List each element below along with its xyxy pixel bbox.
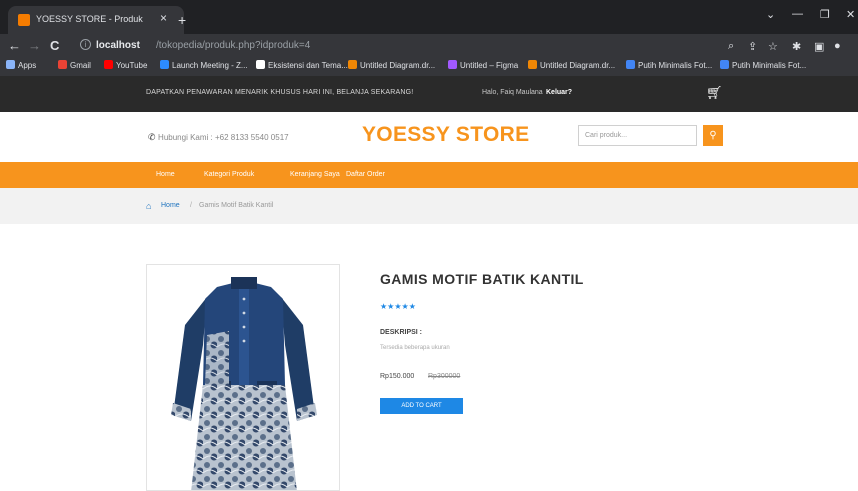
product-old-price: Rp300000 [428, 373, 461, 380]
figma-icon [448, 60, 457, 69]
bookmark-youtube[interactable]: YouTube [104, 60, 147, 70]
contact-phone: ✆ Hubungi Kami : +62 8133 5540 0517 [148, 132, 289, 143]
apps-grid-icon [6, 60, 15, 69]
browser-toolbar: ← → C i localhost /tokopedia/produk.php?… [0, 34, 858, 58]
bookmark-diagram-2[interactable]: Untitled Diagram.dr... [528, 60, 615, 70]
address-bar[interactable]: i localhost /tokopedia/produk.php?idprod… [74, 37, 774, 55]
tab-search-icon[interactable]: ⌄ [766, 8, 775, 21]
back-icon[interactable]: ← [8, 38, 21, 53]
nav-keranjang-saya[interactable]: Keranjang Saya [290, 171, 340, 178]
minimize-icon[interactable]: — [792, 8, 803, 20]
restore-icon[interactable]: ❐ [820, 8, 830, 21]
bookmark-figma[interactable]: Untitled – Figma [448, 60, 518, 70]
product-price: Rp150.000 [380, 373, 415, 380]
bookmark-star-icon[interactable]: ☆ [768, 40, 778, 53]
product-image [146, 264, 340, 491]
user-greeting: Halo, Faiq Maulana [482, 89, 543, 96]
search-icon: ⚲ [709, 130, 717, 141]
canva-icon [626, 60, 635, 69]
bookmark-apps[interactable]: Apps [6, 60, 36, 70]
new-tab-icon[interactable]: + [178, 12, 186, 28]
cart-icon[interactable]: 🛒︎ [706, 85, 723, 101]
breadcrumb-separator: / [190, 202, 192, 209]
browser-tab-bar: YOESSY STORE - Produk × + ⌄ — ❐ ✕ [0, 0, 858, 34]
nav-home[interactable]: Home [156, 171, 175, 178]
share-icon[interactable]: ⇪ [748, 40, 757, 53]
promo-bar: DAPATKAN PENAWARAN MENARIK KHUSUS HARI I… [0, 76, 858, 112]
bookmark-putih-2[interactable]: Putih Minimalis Fot... [720, 60, 806, 70]
description-text: Tersedia beberapa ukuran [380, 345, 450, 351]
url-path: /tokopedia/produk.php?idproduk=4 [156, 40, 311, 51]
promo-text: DAPATKAN PENAWARAN MENARIK KHUSUS HARI I… [146, 89, 414, 96]
logout-link[interactable]: Keluar? [546, 89, 572, 96]
site-favicon-icon [18, 14, 30, 26]
gamis-dress-image [171, 277, 317, 490]
extensions-icon[interactable]: ✱ [792, 40, 801, 53]
rating-stars: ★★★★★ [380, 302, 416, 311]
bookmark-gmail[interactable]: Gmail [58, 60, 91, 70]
site-header: ✆ Hubungi Kami : +62 8133 5540 0517 YOES… [0, 112, 858, 162]
breadcrumb: ⌂ Home / Gamis Motif Batik Kantil [0, 188, 858, 224]
product-title: GAMIS MOTIF BATIK KANTIL [380, 271, 584, 287]
tab-title: YOESSY STORE - Produk [36, 14, 143, 24]
youtube-icon [104, 60, 113, 69]
forward-icon[interactable]: → [28, 38, 41, 53]
page-icon [256, 60, 265, 69]
url-host: localhost [96, 40, 140, 51]
drawio-icon [528, 60, 537, 69]
add-to-cart-button[interactable]: ADD TO CART [380, 398, 463, 414]
description-label: DESKRIPSI : [380, 329, 423, 336]
info-icon[interactable]: i [80, 39, 91, 50]
close-window-icon[interactable]: ✕ [846, 8, 855, 21]
breadcrumb-current: Gamis Motif Batik Kantil [199, 202, 274, 209]
bookmark-zoom[interactable]: Launch Meeting - Z... [160, 60, 248, 70]
search-button[interactable]: ⚲ [703, 125, 723, 146]
nav-kategori-produk[interactable]: Kategori Produk [204, 171, 254, 178]
bookmark-eksistensi[interactable]: Eksistensi dan Tema... [256, 60, 348, 70]
tab-close-icon[interactable]: × [160, 11, 167, 25]
bookmarks-bar: Apps Gmail YouTube Launch Meeting - Z...… [0, 58, 858, 76]
bookmark-diagram-1[interactable]: Untitled Diagram.dr... [348, 60, 435, 70]
bookmark-putih-1[interactable]: Putih Minimalis Fot... [626, 60, 712, 70]
gmail-icon [58, 60, 67, 69]
search-input[interactable]: Cari produk... [578, 125, 697, 146]
reload-icon[interactable]: C [50, 38, 59, 53]
zoom-icon[interactable]: ⌕ [728, 40, 734, 53]
nav-daftar-order[interactable]: Daftar Order [346, 171, 385, 178]
browser-tab[interactable]: YOESSY STORE - Produk × [8, 6, 184, 34]
breadcrumb-home[interactable]: Home [161, 202, 180, 209]
zoom-meeting-icon [160, 60, 169, 69]
canva-icon [720, 60, 729, 69]
profile-avatar-icon[interactable]: ● [834, 40, 841, 52]
phone-icon: ✆ [148, 132, 159, 142]
drawio-icon [348, 60, 357, 69]
contact-phone-text: Hubungi Kami : +62 8133 5540 0517 [158, 133, 289, 142]
store-logo[interactable]: YOESSY STORE [362, 123, 529, 147]
home-icon[interactable]: ⌂ [146, 201, 151, 211]
main-nav: Home Kategori Produk Keranjang Saya Daft… [0, 162, 858, 188]
sidepanel-icon[interactable]: ▣ [814, 40, 824, 53]
